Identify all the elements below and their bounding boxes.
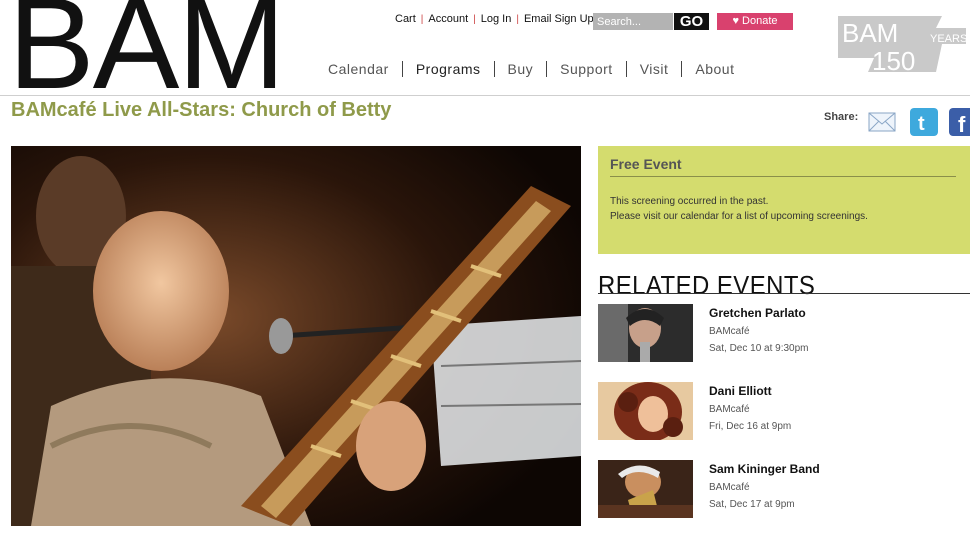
separator: | xyxy=(420,13,424,25)
donate-button[interactable]: ♥ Donate xyxy=(717,13,793,30)
free-event-divider xyxy=(610,176,956,177)
nav-support[interactable]: Support xyxy=(547,61,626,77)
separator: | xyxy=(516,13,519,25)
twitter-share-icon[interactable]: t xyxy=(910,108,938,136)
event-date: Fri, Dec 16 at 9pm xyxy=(709,421,792,432)
nav-about[interactable]: About xyxy=(682,61,747,77)
event-date: Sat, Dec 10 at 9:30pm xyxy=(709,343,809,354)
nav-calendar[interactable]: Calendar xyxy=(315,61,402,77)
separator: | xyxy=(473,13,476,25)
free-event-line1: This screening occurred in the past. xyxy=(610,196,769,207)
related-events-heading: RELATED EVENTS xyxy=(598,270,816,300)
free-event-message: This screening occurred in the past. Ple… xyxy=(610,194,868,224)
free-event-box: Free Event This screening occurred in th… xyxy=(598,146,970,254)
bam-logo[interactable]: BAM xyxy=(8,0,286,108)
event-thumbnail[interactable] xyxy=(598,304,693,362)
cart-link[interactable]: Cart xyxy=(395,13,416,25)
bam-150-years-badge[interactable]: BAM 150 YEARS xyxy=(838,14,966,74)
event-name[interactable]: Gretchen Parlato xyxy=(709,306,806,320)
email-share-icon[interactable] xyxy=(868,108,896,136)
utility-bar: Cart | Account | Log In | Email Sign Up xyxy=(395,13,594,25)
main-nav: Calendar Programs Buy Support Visit Abou… xyxy=(315,61,747,77)
facebook-share-icon[interactable]: f xyxy=(949,108,970,136)
event-thumbnail[interactable] xyxy=(598,382,693,440)
event-date: Sat, Dec 17 at 9pm xyxy=(709,499,795,510)
badge-bam-text: BAM xyxy=(842,18,898,48)
badge-150-text: 150 xyxy=(872,46,915,74)
event-name[interactable]: Sam Kininger Band xyxy=(709,462,820,476)
event-venue: BAMcafé xyxy=(709,404,750,415)
related-event-item: Gretchen Parlato BAMcafé Sat, Dec 10 at … xyxy=(598,304,970,364)
free-event-title: Free Event xyxy=(610,156,682,172)
nav-buy[interactable]: Buy xyxy=(495,61,547,77)
related-events-divider xyxy=(598,293,970,294)
free-event-line2: Please visit our calendar for a list of … xyxy=(610,211,868,222)
related-event-item: Dani Elliott BAMcafé Fri, Dec 16 at 9pm xyxy=(598,382,970,442)
search-go-button[interactable]: GO xyxy=(674,13,709,30)
email-signup-link[interactable]: Email Sign Up xyxy=(524,13,594,25)
nav-programs[interactable]: Programs xyxy=(403,61,494,77)
event-thumbnail[interactable] xyxy=(598,460,693,518)
event-venue: BAMcafé xyxy=(709,326,750,337)
event-venue: BAMcafé xyxy=(709,482,750,493)
badge-years-text: YEARS xyxy=(930,33,966,45)
related-event-item: Sam Kininger Band BAMcafé Sat, Dec 17 at… xyxy=(598,460,970,520)
page-title: BAMcafé Live All-Stars: Church of Betty xyxy=(11,99,392,121)
event-hero-image xyxy=(11,146,581,526)
login-link[interactable]: Log In xyxy=(481,13,512,25)
svg-text:t: t xyxy=(918,113,925,135)
share-label: Share: xyxy=(824,111,859,123)
header-divider xyxy=(0,95,970,96)
nav-visit[interactable]: Visit xyxy=(627,61,682,77)
search-form: GO xyxy=(593,13,709,30)
search-input[interactable] xyxy=(593,13,673,30)
svg-text:f: f xyxy=(958,112,966,136)
account-link[interactable]: Account xyxy=(428,13,468,25)
event-name[interactable]: Dani Elliott xyxy=(709,384,772,398)
